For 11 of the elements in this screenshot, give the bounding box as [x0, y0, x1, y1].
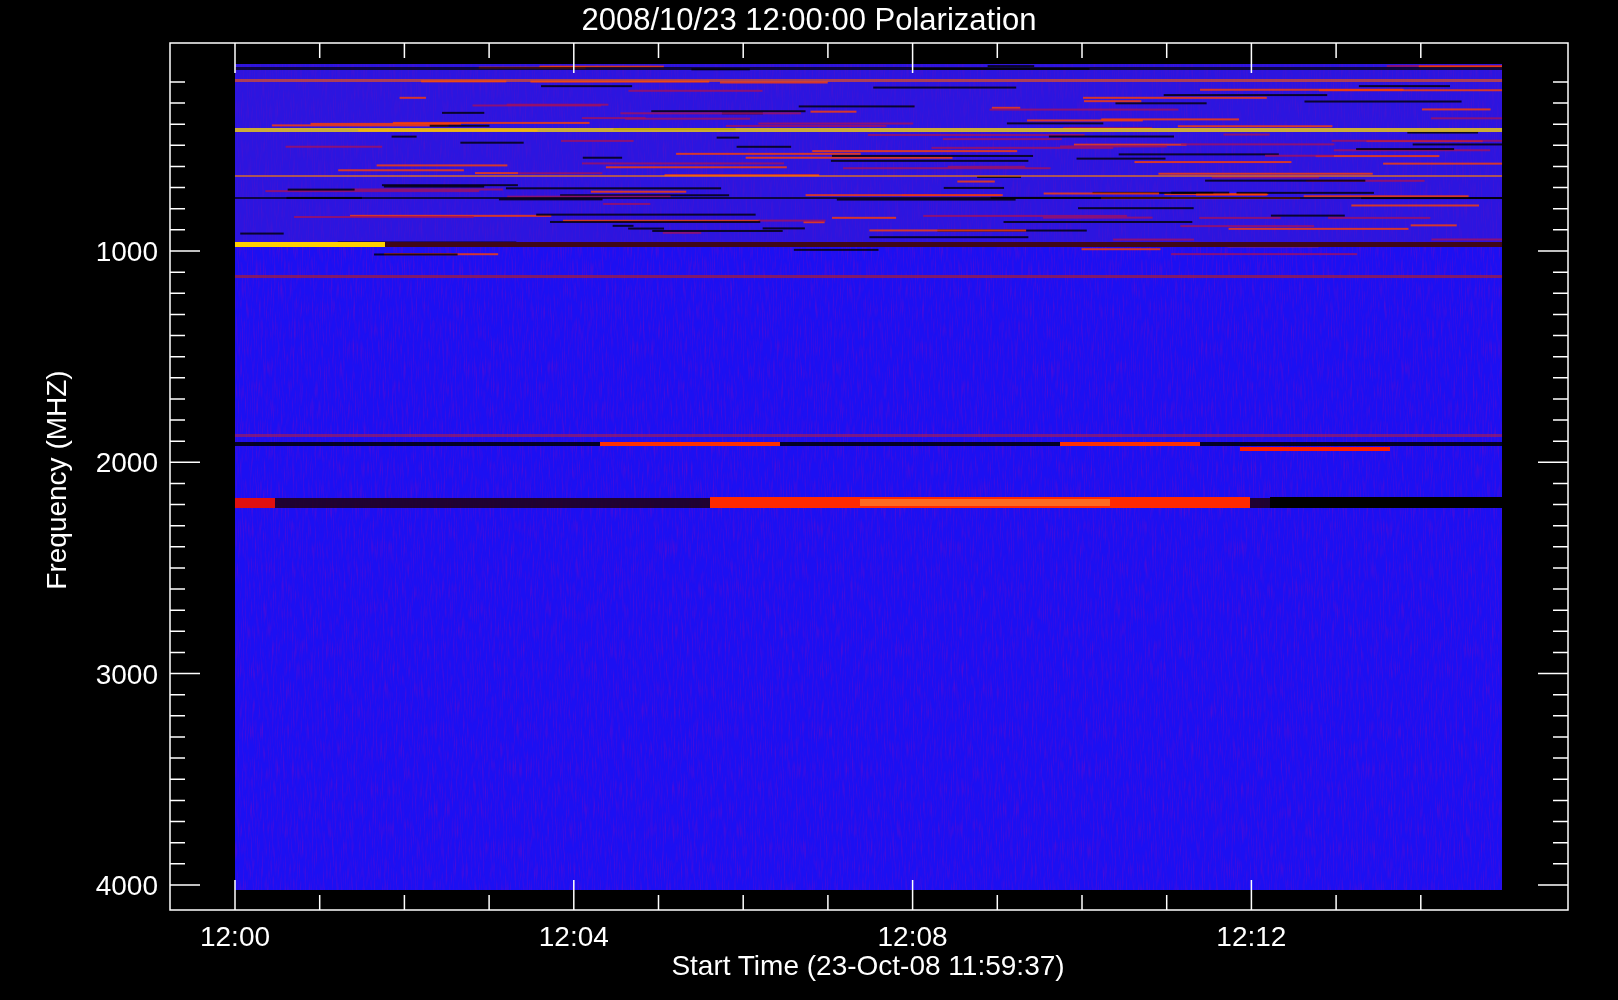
y-axis-label: Frequency (MHZ) — [41, 370, 72, 590]
x-axis-label: Start Time (23-Oct-08 11:59:37) — [671, 950, 1065, 981]
tick-label: 12:08 — [877, 921, 948, 952]
tick-label: 4000 — [95, 869, 158, 901]
tick-label: 1000 — [95, 236, 158, 267]
tick-label: 2000 — [95, 447, 158, 479]
plot-title: 2008/10/23 12:00:00 Polarization — [581, 2, 1037, 37]
tick-label: 12:04 — [538, 921, 609, 952]
tick-label: 3000 — [95, 658, 158, 690]
tick-label: 12:12 — [1216, 921, 1287, 952]
tick-label: 12:00 — [199, 921, 271, 952]
